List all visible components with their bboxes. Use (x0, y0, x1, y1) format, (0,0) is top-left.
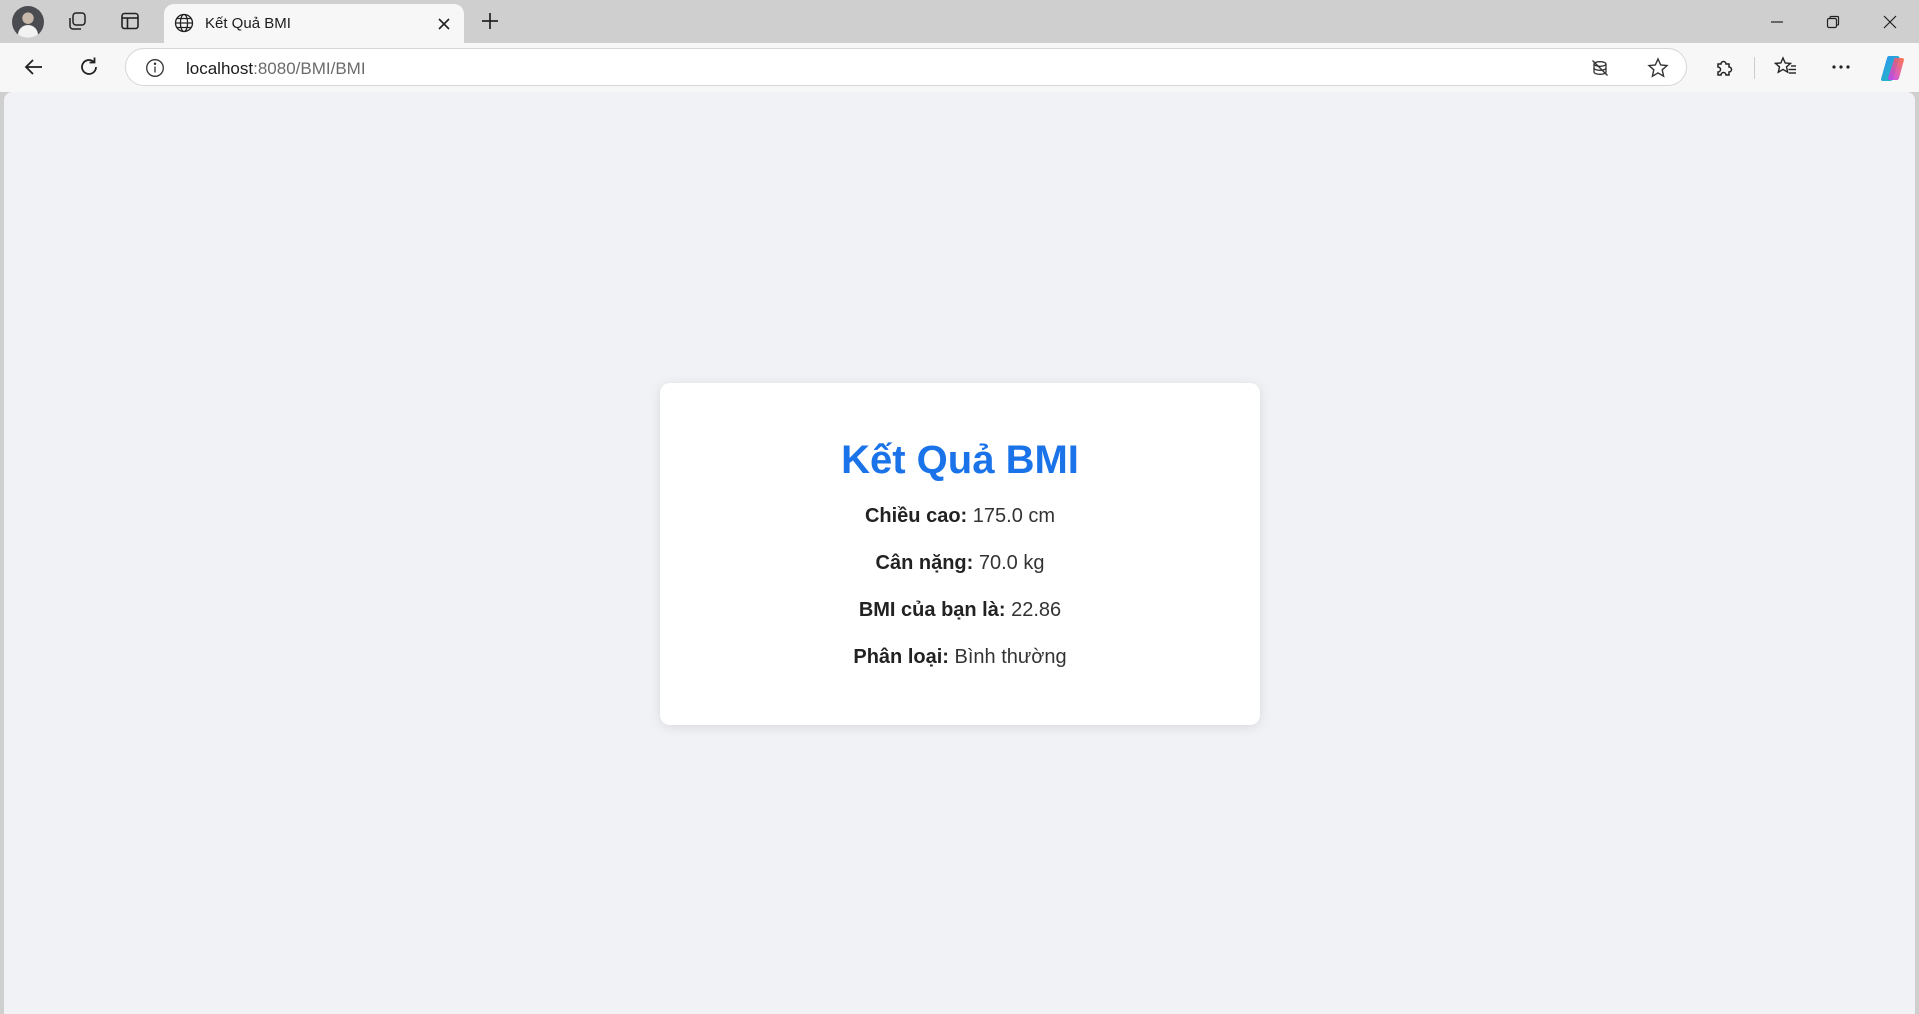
restore-button[interactable] (1805, 0, 1861, 43)
copilot-icon[interactable] (1878, 53, 1908, 83)
weight-value: 70.0 kg (978, 552, 1045, 574)
close-window-icon (1883, 15, 1897, 28)
category-row: Phân loại: Bình thường (660, 645, 1260, 669)
category-value: Bình thường (954, 646, 1067, 668)
browser-titlebar: Kết Quả BMI (0, 0, 1919, 43)
weight-row: Cân nặng: 70.0 kg (660, 551, 1260, 575)
page-viewport: Kết Quả BMI Chiều cao: 175.0 cm Cân nặng… (4, 92, 1915, 1014)
close-icon[interactable] (432, 12, 456, 36)
star-icon[interactable] (1644, 55, 1672, 81)
more-icon[interactable] (1822, 49, 1860, 85)
close-window-button[interactable] (1862, 0, 1918, 43)
tab-title: Kết Quả BMI (205, 15, 291, 32)
height-label: Chiều cao: (864, 505, 968, 527)
tracking-prevention-icon[interactable] (1586, 55, 1614, 81)
minimize-button[interactable] (1749, 0, 1805, 43)
profile-avatar[interactable] (12, 6, 44, 38)
info-icon[interactable] (144, 57, 166, 79)
url-host: localhost (186, 59, 254, 78)
restore-icon (1826, 15, 1840, 28)
favorites-list-icon[interactable] (1767, 49, 1805, 85)
category-label: Phân loại: (853, 646, 949, 668)
workspaces-icon[interactable] (60, 6, 94, 36)
globe-icon (172, 11, 196, 35)
new-tab-button[interactable] (474, 6, 506, 36)
vertical-tabs-icon[interactable] (113, 6, 147, 36)
toolbar-divider (1754, 57, 1755, 79)
browser-toolbar: localhost:8080/BMI/BMI (0, 43, 1919, 92)
url-text[interactable]: localhost:8080/BMI/BMI (186, 59, 366, 79)
active-tab[interactable]: Kết Quả BMI (164, 4, 464, 43)
back-arrow-icon (24, 59, 42, 75)
height-value: 175.0 cm (972, 505, 1056, 527)
weight-label: Cân nặng: (875, 552, 974, 574)
bmi-value: 22.86 (1011, 599, 1062, 621)
back-button[interactable] (15, 49, 53, 85)
height-row: Chiều cao: 175.0 cm (660, 504, 1260, 528)
minimize-icon (1771, 20, 1783, 23)
plus-icon (482, 13, 498, 29)
reload-button[interactable] (70, 49, 108, 85)
page-title: Kết Quả BMI (841, 438, 1079, 482)
url-path: :8080/BMI/BMI (253, 59, 366, 78)
bmi-label: BMI của bạn là: (858, 599, 1006, 621)
address-bar[interactable]: localhost:8080/BMI/BMI (125, 48, 1687, 86)
bmi-row: BMI của bạn là: 22.86 (660, 598, 1260, 622)
reload-icon (81, 57, 97, 75)
bmi-result-card: Kết Quả BMI Chiều cao: 175.0 cm Cân nặng… (660, 383, 1260, 725)
puzzle-icon[interactable] (1706, 49, 1744, 85)
